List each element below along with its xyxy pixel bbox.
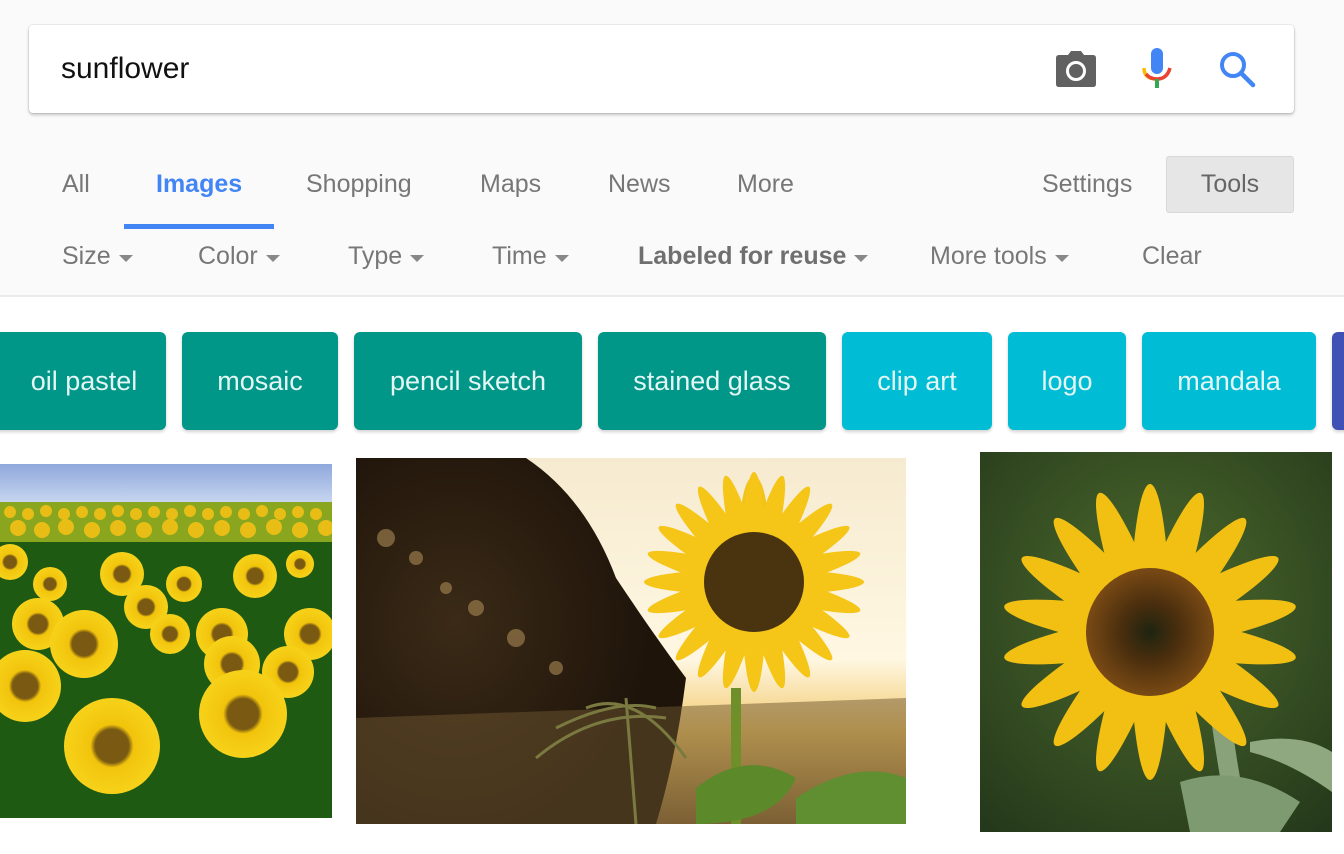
sunflower-closeup-image (980, 452, 1332, 832)
filter-time-label: Time (492, 242, 547, 270)
chip-label: oil pastel (30, 365, 138, 396)
tab-news[interactable]: News (608, 170, 671, 199)
tab-shopping[interactable]: Shopping (306, 170, 412, 199)
chip-label: stained glass (633, 365, 791, 396)
header: All Images Shopping Maps News More Setti… (0, 0, 1344, 297)
filter-type-label: Type (348, 242, 403, 270)
caret-down-icon (854, 254, 869, 262)
chip-label: pencil sketch (389, 365, 547, 396)
image-result[interactable] (0, 464, 332, 818)
clear-filters-link[interactable]: Clear (1142, 242, 1202, 271)
filter-usage-rights[interactable]: Labeled for reuse (638, 242, 869, 271)
filter-color-label: Color (198, 242, 258, 270)
related-chip[interactable]: oil pastel (0, 332, 166, 430)
filter-usage-rights-label: Labeled for reuse (638, 242, 847, 270)
chip-label: mosaic (217, 365, 303, 396)
caret-down-icon (554, 254, 569, 262)
settings-link[interactable]: Settings (1042, 170, 1132, 199)
search-input[interactable] (61, 47, 961, 91)
filter-size-label: Size (62, 242, 111, 270)
caret-down-icon (265, 254, 280, 262)
tab-maps[interactable]: Maps (480, 170, 541, 199)
related-chip[interactable]: pencil sketch (354, 332, 582, 430)
related-chip[interactable] (1332, 332, 1344, 430)
active-tab-indicator (124, 224, 274, 229)
tab-more[interactable]: More (737, 170, 794, 199)
chip-label: logo (1041, 365, 1093, 396)
caret-down-icon (118, 254, 133, 262)
clear-label: Clear (1142, 242, 1202, 270)
caret-down-icon (1054, 254, 1069, 262)
image-result[interactable] (980, 452, 1332, 832)
related-chip[interactable]: clip art (842, 332, 992, 430)
camera-icon[interactable] (1054, 47, 1098, 91)
filter-more-tools[interactable]: More tools (930, 242, 1069, 271)
image-result[interactable] (356, 458, 906, 824)
filter-color[interactable]: Color (198, 242, 280, 271)
related-chip[interactable]: mandala (1142, 332, 1316, 430)
tab-all[interactable]: All (62, 170, 90, 199)
chip-label: mandala (1177, 365, 1281, 396)
filter-time[interactable]: Time (492, 242, 569, 271)
microphone-icon[interactable] (1135, 47, 1179, 91)
sunflower-field-image (0, 464, 332, 818)
chip-label: clip art (877, 365, 957, 396)
filter-size[interactable]: Size (62, 242, 133, 271)
search-icon[interactable] (1215, 47, 1259, 91)
related-chip[interactable]: logo (1008, 332, 1126, 430)
search-box (29, 25, 1294, 113)
caret-down-icon (410, 254, 425, 262)
tab-images[interactable]: Images (156, 170, 242, 199)
filter-more-tools-label: More tools (930, 242, 1047, 270)
tools-button[interactable]: Tools (1166, 156, 1294, 213)
related-chip[interactable]: mosaic (182, 332, 338, 430)
sunset-sunflower-image (356, 458, 906, 824)
filter-type[interactable]: Type (348, 242, 425, 271)
tools-button-label: Tools (1200, 170, 1260, 198)
related-chip[interactable]: stained glass (598, 332, 826, 430)
